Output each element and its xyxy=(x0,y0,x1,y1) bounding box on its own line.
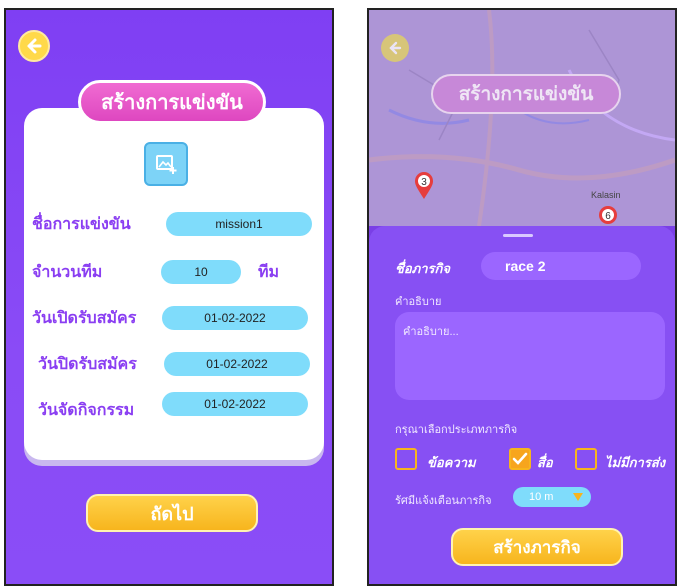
check-icon xyxy=(512,452,528,465)
option-no-submission-checkbox[interactable] xyxy=(575,448,597,470)
open-registration-date-input[interactable]: 01-02-2022 xyxy=(162,306,308,330)
page-title: สร้างการแข่งขัน xyxy=(431,74,621,114)
map-marker-icon[interactable]: 6 xyxy=(597,204,619,226)
competition-name-input[interactable]: mission1 xyxy=(166,212,312,236)
add-image-icon xyxy=(156,155,177,174)
map-place-label: Kalasin xyxy=(591,190,621,200)
marker-number: 3 xyxy=(421,177,427,188)
option-no-submission-label: ไม่มีการส่ง xyxy=(605,455,666,470)
arrow-left-icon xyxy=(389,41,402,55)
sheet-drag-handle[interactable] xyxy=(503,234,533,237)
marker-number: 6 xyxy=(605,211,611,222)
back-button[interactable] xyxy=(18,30,50,62)
team-count-label: จำนวนทีม xyxy=(32,264,103,281)
back-button[interactable] xyxy=(381,34,409,62)
mission-name-input[interactable]: race 2 xyxy=(481,252,641,280)
create-competition-screen: สร้างการแข่งขัน ชื่อการแข่งขัน mission1 … xyxy=(4,8,334,586)
mission-type-prompt: กรุณาเลือกประเภทภารกิจ xyxy=(395,424,518,436)
option-media-label: สื่อ xyxy=(537,455,553,470)
team-unit-label: ทีม xyxy=(258,264,280,281)
option-media-checkbox[interactable] xyxy=(509,448,531,470)
chevron-down-icon xyxy=(573,493,583,501)
next-button[interactable]: ถัดไป xyxy=(86,494,258,532)
create-mission-button[interactable]: สร้างภารกิจ xyxy=(451,528,623,566)
option-text-label: ข้อความ xyxy=(427,455,476,470)
add-image-button[interactable] xyxy=(144,142,188,186)
page-title: สร้างการแข่งขัน xyxy=(78,80,266,124)
event-date-input[interactable]: 01-02-2022 xyxy=(162,392,308,416)
alert-radius-label: รัศมีแจ้งเตือนภารกิจ xyxy=(395,495,492,507)
close-registration-date-input[interactable]: 01-02-2022 xyxy=(164,352,310,376)
open-registration-label: วันเปิดรับสมัคร xyxy=(32,310,137,327)
create-mission-screen: 3 6 Kalasin สร้างการแข่งขัน ชื่อภารกิจ r… xyxy=(367,8,677,586)
mission-name-label: ชื่อภารกิจ xyxy=(395,261,450,276)
description-input[interactable]: คำอธิบาย... xyxy=(395,312,665,400)
description-label: คำอธิบาย xyxy=(395,296,442,308)
event-date-label: วันจัดกิจกรรม xyxy=(38,402,135,419)
map-view[interactable]: 3 6 Kalasin xyxy=(369,10,675,226)
team-count-input[interactable]: 10 xyxy=(161,260,241,284)
competition-name-label: ชื่อการแข่งขัน xyxy=(32,216,131,233)
option-text-checkbox[interactable] xyxy=(395,448,417,470)
close-registration-label: วันปิดรับสมัคร xyxy=(38,356,137,373)
alert-radius-select[interactable]: 10 m xyxy=(513,487,591,507)
alert-radius-value: 10 m xyxy=(529,491,554,503)
arrow-left-icon xyxy=(27,38,42,54)
map-marker-icon[interactable]: 3 xyxy=(413,170,435,200)
